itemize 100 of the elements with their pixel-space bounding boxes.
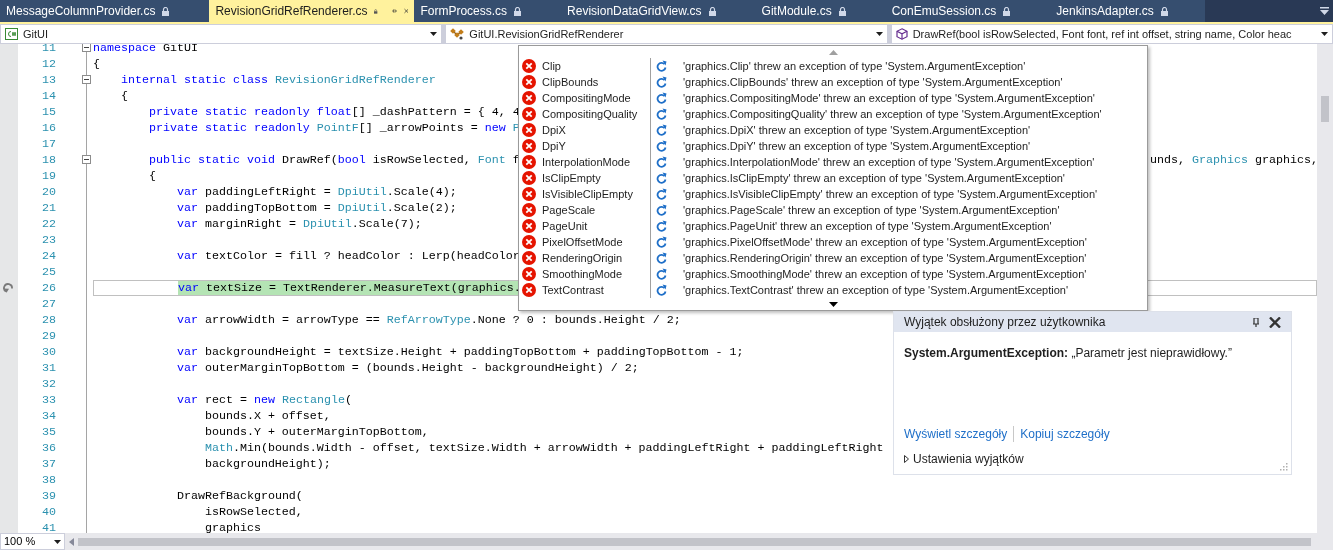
code-line: var textColor = fill ? headColor : Lerp(headColor	[175, 249, 520, 263]
file-tab[interactable]: GitModule.cs	[755, 0, 886, 22]
refresh-icon[interactable]	[656, 268, 667, 280]
navigation-dropdown[interactable]: DrawRef(bool isRowSelected, Font font, ref int offset, string name, Color heac	[890, 24, 1333, 44]
line-number: 12	[41, 56, 56, 72]
code-line: var paddingTopBottom = DpiUtil.Scale(2);	[175, 201, 457, 215]
property-value: 'graphics.InterpolationMode' threw an exception of type 'System.ArgumentException'	[683, 154, 1095, 170]
code-line: bounds.X + offset,	[203, 409, 331, 423]
expander-label[interactable]: Ustawienia wyjątków	[913, 450, 1024, 468]
error-icon	[522, 219, 536, 233]
navigation-dropdown[interactable]: GitUI	[0, 24, 443, 44]
error-icon	[522, 235, 536, 249]
error-icon	[522, 123, 536, 137]
refresh-icon[interactable]	[656, 124, 667, 136]
triangle-icon[interactable]	[904, 455, 909, 463]
file-tab[interactable]: RevisionDataGridView.cs	[561, 0, 756, 22]
line-number: 40	[41, 504, 56, 520]
error-icon	[522, 155, 536, 169]
file-tab[interactable]: ConEmuSession.cs	[885, 0, 1051, 22]
line-number: 29	[41, 328, 56, 344]
file-tab[interactable]: RevisionGridRefRenderer.cs	[209, 0, 415, 22]
line-number: 34	[41, 408, 56, 424]
property-name: Clip	[542, 58, 561, 74]
pin-icon[interactable]	[1253, 317, 1259, 327]
refresh-icon[interactable]	[656, 252, 667, 264]
error-icon	[522, 107, 536, 121]
code-line: var arrowWidth = arrowType == RefArrowType.None ? 0 : bounds.Height / 2;	[175, 313, 681, 327]
link[interactable]: Wyświetl szczegóły	[904, 425, 1008, 443]
scrollbar-thumb[interactable]	[78, 537, 1311, 546]
refresh-icon[interactable]	[656, 108, 667, 120]
line-number: 21	[41, 200, 56, 216]
line-number: 30	[41, 344, 56, 360]
navigation-dropdown[interactable]: GitUI.RevisionGridRefRenderer	[445, 24, 888, 44]
property-value: 'graphics.CompositingQuality' threw an exception of type 'System.ArgumentException'	[683, 106, 1102, 122]
refresh-icon[interactable]	[656, 220, 667, 232]
collapse-icon[interactable]	[82, 44, 91, 52]
refresh-icon[interactable]	[656, 140, 667, 152]
scrollbar-thumb[interactable]	[1321, 96, 1329, 122]
link[interactable]: Kopiuj szczegóły	[1020, 425, 1110, 443]
close-icon[interactable]	[1269, 316, 1281, 328]
lock-icon	[1160, 6, 1168, 16]
code-line: var rect = new Rectangle(	[175, 393, 352, 407]
scroll-down-icon[interactable]	[828, 301, 838, 307]
refresh-icon[interactable]	[656, 284, 667, 296]
class-icon	[450, 28, 465, 40]
property-name: TextContrast	[542, 282, 604, 298]
panel-title: Wyjątek obsłużony przez użytkownika	[904, 314, 1107, 331]
line-number: 16	[41, 120, 56, 136]
code-line: {	[120, 89, 128, 103]
lock-icon	[374, 6, 378, 16]
refresh-icon[interactable]	[656, 172, 667, 184]
refresh-icon[interactable]	[656, 92, 667, 104]
property-name: ClipBounds	[542, 74, 599, 90]
refresh-icon[interactable]	[656, 76, 667, 88]
code-line: Math.Min(bounds.Width - offset, textSize.Width + arrowWidth + paddingLeftRight + paddingLeftRight	[203, 441, 884, 455]
file-tab[interactable]: FormProcess.cs	[414, 0, 562, 22]
property-value: 'graphics.PageScale' threw an exception of type 'System.ArgumentException'	[683, 202, 1060, 218]
property-value: 'graphics.DpiY' threw an exception of type 'System.ArgumentException'	[683, 138, 1031, 154]
line-number: 13	[41, 72, 56, 88]
code-line: unds, Graphics graphics,	[1150, 152, 1317, 168]
code-line: isRowSelected,	[203, 505, 303, 519]
code-line: bounds.Y + outerMarginTopBottom,	[203, 425, 429, 439]
property-value: 'graphics.SmoothingMode' threw an exception of type 'System.ArgumentException'	[683, 266, 1087, 282]
zoom-dropdown[interactable]: 100 %	[0, 533, 65, 550]
property-value: 'graphics.Clip' threw an exception of type 'System.ArgumentException'	[683, 58, 1026, 74]
line-number: 19	[41, 168, 56, 184]
refresh-icon[interactable]	[656, 204, 667, 216]
caret-icon	[875, 32, 883, 36]
line-number: 17	[41, 136, 56, 152]
scroll-up-icon[interactable]	[828, 49, 838, 55]
property-name: PageScale	[542, 202, 596, 218]
file-tab[interactable]: JenkinsAdapter.cs	[1050, 0, 1208, 22]
collapse-icon[interactable]	[82, 75, 91, 84]
vertical-scrollbar[interactable]	[1317, 44, 1333, 533]
property-name: DpiX	[542, 122, 566, 138]
pin-icon[interactable]	[391, 6, 397, 16]
collapse-icon[interactable]	[82, 155, 91, 164]
scroll-left-icon[interactable]	[69, 537, 74, 546]
code-line: backgroundHeight);	[203, 457, 331, 471]
line-number: 39	[41, 488, 56, 504]
code-line: internal static class RevisionGridRefRenderer	[120, 73, 436, 87]
line-number: 38	[41, 472, 56, 488]
line-number: 23	[41, 232, 56, 248]
property-value: 'graphics.PixelOffsetMode' threw an exception of type 'System.ArgumentException'	[683, 234, 1087, 250]
line-number: 27	[41, 296, 56, 312]
property-value: 'graphics.RenderingOrigin' threw an exception of type 'System.ArgumentException'	[683, 250, 1087, 266]
resize-grip-icon[interactable]	[1280, 463, 1288, 471]
refresh-icon[interactable]	[656, 236, 667, 248]
file-tab[interactable]: MessageColumnProvider.cs	[0, 0, 210, 22]
lock-icon	[708, 6, 716, 16]
tab-list-dropdown-icon[interactable]	[1320, 7, 1329, 15]
refresh-icon[interactable]	[656, 188, 667, 200]
error-icon	[522, 171, 536, 185]
refresh-icon[interactable]	[656, 60, 667, 72]
error-icon	[522, 139, 536, 153]
line-number: 33	[41, 392, 56, 408]
property-value: 'graphics.IsVisibleClipEmpty' threw an exception of type 'System.ArgumentException'	[683, 186, 1098, 202]
lock-icon	[162, 6, 170, 16]
refresh-icon[interactable]	[656, 156, 667, 168]
error-icon	[522, 187, 536, 201]
